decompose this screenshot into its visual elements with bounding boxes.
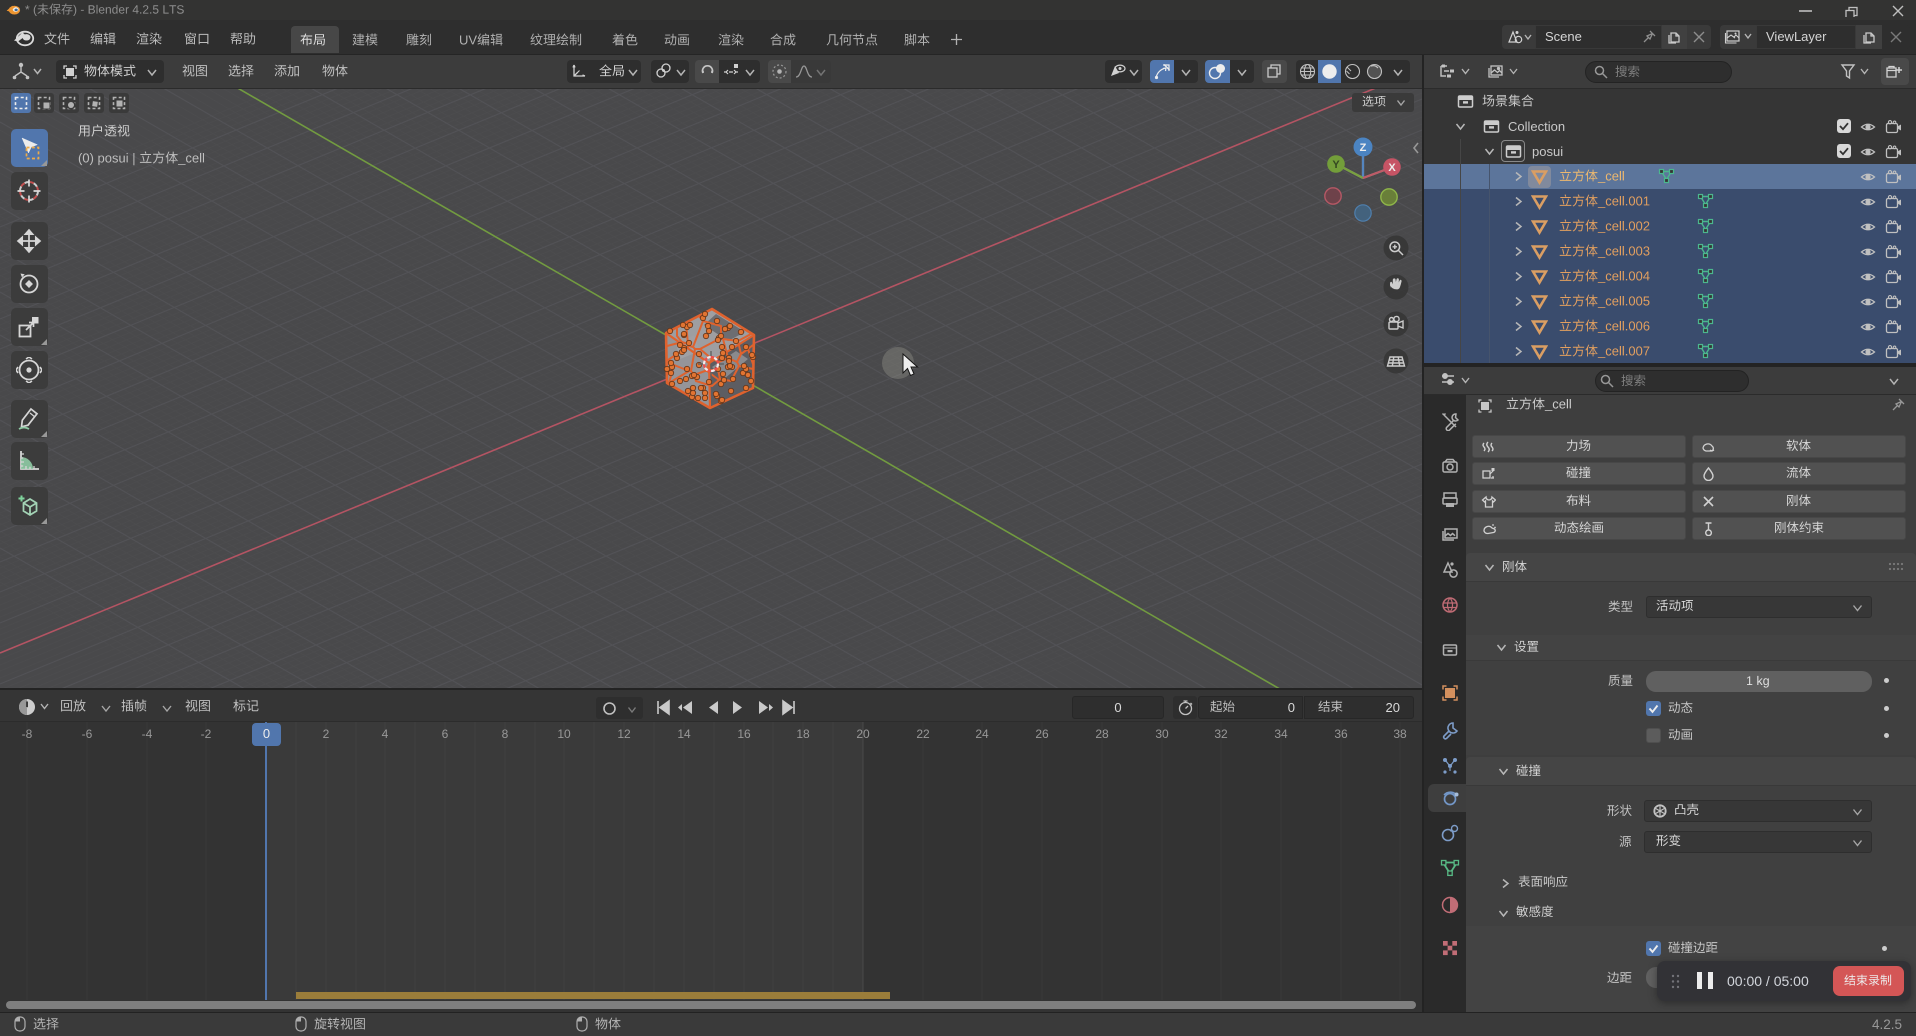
- svg-text:X: X: [1388, 162, 1396, 174]
- svg-text:Y: Y: [1332, 159, 1340, 171]
- svg-text:Z: Z: [1360, 142, 1367, 154]
